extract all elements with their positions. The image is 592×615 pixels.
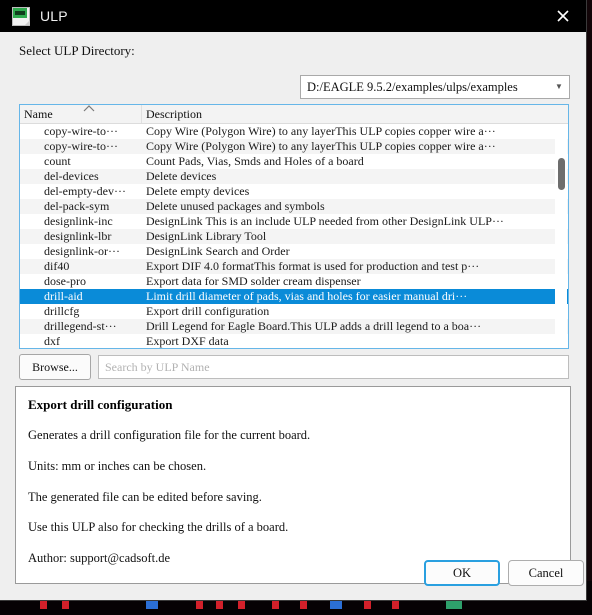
- table-row[interactable]: drillcfg Export drill configuration: [20, 304, 568, 319]
- row-name: designlink-lbr: [44, 229, 112, 243]
- row-description: Limit drill diameter of pads, vias and h…: [146, 289, 468, 303]
- description-title: Export drill configuration: [28, 397, 173, 412]
- ok-button[interactable]: OK: [424, 560, 500, 586]
- scrollbar-thumb[interactable]: [558, 158, 565, 190]
- row-name: dose-pro: [44, 274, 86, 288]
- row-name: designlink-or···: [44, 244, 120, 258]
- row-name: drillegend-st···: [44, 319, 117, 333]
- row-description: Export drill configuration: [146, 304, 270, 318]
- table-row[interactable]: dose-pro Export data for SMD solder cream…: [20, 274, 568, 289]
- list-rows[interactable]: copy-wire-to··· Copy Wire (Polygon Wire) …: [20, 124, 568, 348]
- cancel-button[interactable]: Cancel: [508, 560, 584, 586]
- row-description: Copy Wire (Polygon Wire) to any layerThi…: [146, 139, 496, 153]
- table-row[interactable]: copy-wire-to··· Copy Wire (Polygon Wire) …: [20, 124, 568, 139]
- description-paragraphs: Generates a drill configuration file for…: [28, 428, 558, 566]
- column-header-description[interactable]: Description: [142, 105, 568, 123]
- table-row[interactable]: count Count Pads, Vias, Smds and Holes of…: [20, 154, 568, 169]
- sort-ascending-icon: [83, 105, 95, 112]
- description-line: Generates a drill configuration file for…: [28, 428, 311, 442]
- chevron-down-icon[interactable]: ▼: [549, 83, 569, 91]
- description-line: The generated file can be edited before …: [28, 489, 262, 504]
- row-description: Delete unused packages and symbols: [146, 199, 325, 213]
- table-row[interactable]: del-pack-sym Delete unused packages and s…: [20, 199, 568, 214]
- row-name: drill-aid: [44, 289, 83, 303]
- row-description: DesignLink Library Tool: [146, 229, 267, 243]
- row-description: Drill Legend for Eagle Board.This ULP ad…: [146, 319, 482, 333]
- search-input[interactable]: [98, 355, 569, 379]
- row-name: dxf: [44, 334, 60, 348]
- row-name: del-pack-sym: [44, 199, 110, 213]
- table-row[interactable]: del-empty-dev··· Delete empty devices: [20, 184, 568, 199]
- directory-label: Select ULP Directory:: [19, 43, 135, 58]
- browse-button[interactable]: Browse...: [19, 354, 91, 380]
- table-row[interactable]: drillegend-st··· Drill Legend for Eagle B…: [20, 319, 568, 334]
- row-name: dif40: [44, 259, 70, 273]
- row-description: Export DIF 4.0 formatThis format is used…: [146, 259, 480, 273]
- table-row[interactable]: designlink-inc DesignLink This is an incl…: [20, 214, 568, 229]
- directory-row: Select ULP Directory:: [0, 32, 586, 72]
- row-name: copy-wire-to···: [44, 139, 118, 153]
- browse-search-row: Browse...: [19, 354, 569, 380]
- list-scrollbar[interactable]: [555, 124, 567, 348]
- row-name: designlink-inc: [44, 214, 113, 228]
- row-name: copy-wire-to···: [44, 124, 118, 138]
- table-row[interactable]: dxf Export DXF data: [20, 334, 568, 348]
- close-icon[interactable]: [540, 0, 586, 32]
- row-description: DesignLink This is an include ULP needed…: [146, 214, 504, 228]
- description-line: Use this ULP also for checking the drill…: [28, 520, 289, 535]
- dialog-footer: OK Cancel: [0, 560, 586, 594]
- row-name: drillcfg: [44, 304, 80, 318]
- ulp-list[interactable]: Name Description copy-wire-to··· Copy Wir…: [19, 104, 569, 349]
- row-description: Export data for SMD solder cream dispens…: [146, 274, 361, 288]
- row-description: Export DXF data: [146, 334, 229, 348]
- row-description: DesignLink Search and Order: [146, 244, 290, 258]
- directory-value: D:/EAGLE 9.5.2/examples/ulps/examples: [307, 79, 518, 94]
- table-row[interactable]: del-devices Delete devices: [20, 169, 568, 184]
- column-header-name[interactable]: Name: [20, 105, 142, 123]
- ulp-dialog: ULP Select ULP Directory: D:/EAGLE 9.5.2…: [0, 0, 586, 600]
- table-row[interactable]: designlink-lbr DesignLink Library Tool: [20, 229, 568, 244]
- list-header: Name Description: [20, 105, 568, 124]
- row-description: Count Pads, Vias, Smds and Holes of a bo…: [146, 154, 364, 168]
- directory-combobox[interactable]: D:/EAGLE 9.5.2/examples/ulps/examples ▼: [300, 75, 570, 99]
- table-row[interactable]: copy-wire-to··· Copy Wire (Polygon Wire) …: [20, 139, 568, 154]
- table-row[interactable]: drill-aid Limit drill diameter of pads, v…: [20, 289, 568, 304]
- row-description: Delete devices: [146, 169, 217, 183]
- row-description: Delete empty devices: [146, 184, 250, 198]
- row-description: Copy Wire (Polygon Wire) to any layerThi…: [146, 124, 496, 138]
- table-row[interactable]: dif40 Export DIF 4.0 formatThis format is…: [20, 259, 568, 274]
- row-name: count: [44, 154, 71, 168]
- ulp-script-icon: [12, 7, 30, 26]
- table-row[interactable]: designlink-or··· DesignLink Search and Or…: [20, 244, 568, 259]
- description-pane: Export drill configuration Generates a d…: [15, 386, 571, 584]
- row-name: del-empty-dev···: [44, 184, 126, 198]
- row-name: del-devices: [44, 169, 99, 183]
- description-line: Units: mm or inches can be chosen.: [28, 458, 207, 473]
- window-title: ULP: [40, 8, 68, 24]
- title-bar: ULP: [0, 0, 586, 32]
- dialog-body: Select ULP Directory: D:/EAGLE 9.5.2/exa…: [0, 32, 586, 600]
